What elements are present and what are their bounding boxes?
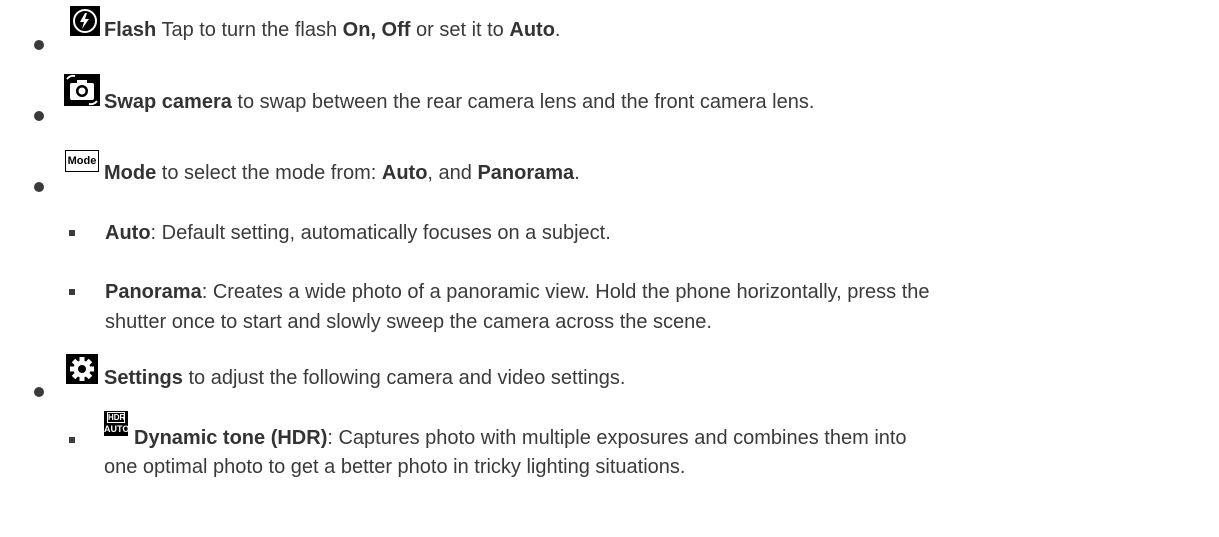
hdr-auto-icon: HDR AUTO (104, 411, 130, 436)
swap-camera-icon (64, 74, 100, 106)
flash-auto-icon (70, 6, 100, 36)
settings-title: Settings (104, 367, 183, 389)
sub-bullet (69, 289, 75, 295)
settings-item: Settings to adjust the following camera … (104, 367, 626, 389)
bullet (34, 40, 44, 50)
mode-icon: Mode (65, 150, 99, 172)
mode-auto-subitem: Auto: Default setting, automatically foc… (105, 222, 611, 244)
sub-bullet (69, 230, 75, 236)
flash-item: Flash Tap to turn the flash On, Off or s… (104, 19, 561, 41)
sub-bullet (69, 437, 75, 443)
settings-gear-icon (66, 354, 98, 384)
swap-camera-item: Swap camera to swap between the rear cam… (104, 91, 815, 113)
bullet (34, 111, 44, 121)
bullet (34, 182, 44, 192)
swap-camera-title: Swap camera (104, 91, 232, 113)
mode-panorama-subitem-continued: shutter once to start and slowly sweep t… (105, 311, 712, 333)
mode-panorama-subitem: Panorama: Creates a wide photo of a pano… (105, 281, 930, 303)
flash-title: Flash (104, 19, 157, 41)
bullet (34, 387, 44, 397)
mode-item: Mode to select the mode from: Auto, and … (104, 162, 580, 184)
hdr-subitem: Dynamic tone (HDR): Captures photo with … (134, 427, 907, 449)
mode-title: Mode (104, 162, 157, 184)
hdr-subitem-continued: one optimal photo to get a better photo … (104, 456, 686, 478)
